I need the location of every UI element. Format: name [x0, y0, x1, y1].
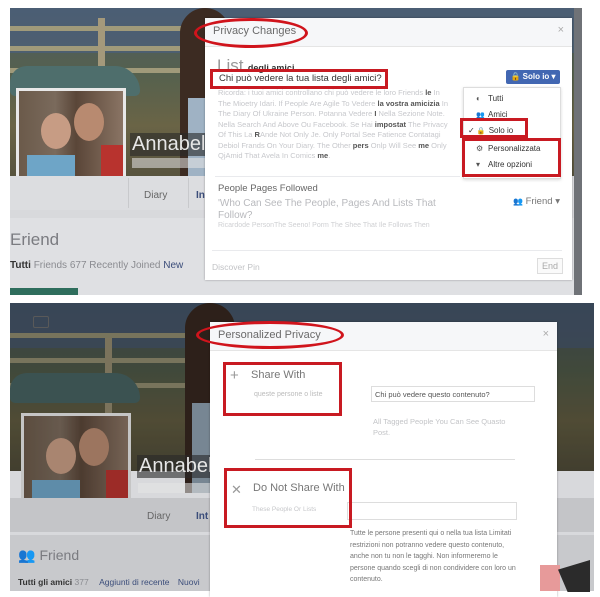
friends-link-all[interactable]: Tutti — [10, 260, 31, 271]
people-pages-title: People Pages Followed — [218, 183, 318, 194]
discover-link[interactable]: Discover Pin — [212, 262, 260, 272]
watermark-logo — [540, 565, 560, 591]
annotation-box-question — [210, 69, 388, 89]
friends-links: Tutti Friends 677 Recently Joined New — [10, 260, 183, 271]
caret-down-icon: ▾ — [555, 196, 560, 207]
camera-icon[interactable] — [33, 316, 49, 328]
privacy-audience-label: Solo io — [522, 72, 550, 81]
audience-label: Friend — [525, 196, 553, 207]
people-pages-question: 'Who Can See The People, Pages And Lists… — [218, 198, 436, 221]
do-not-share-note: Tutte le persone presenti qui o nella tu… — [350, 530, 516, 583]
section-divider — [215, 176, 460, 177]
avatar-face — [74, 103, 104, 141]
friends-title: Eriend — [10, 230, 60, 249]
avatar-face — [79, 428, 109, 466]
friends-link-recent[interactable]: Friends 677 Recently Joined — [34, 260, 161, 271]
share-with-tag-note: All Tagged People You Can See Quasto Pos… — [373, 417, 506, 437]
tab-diary[interactable]: Diary — [144, 190, 167, 201]
globe-icon: ◐ — [476, 94, 481, 103]
close-icon[interactable]: × — [558, 24, 564, 36]
description-run: Onlp Will See — [368, 140, 419, 150]
friends-icon: 👥 — [18, 547, 36, 563]
annotation-box-more-options — [462, 138, 561, 177]
friends-icon: 👥 — [513, 197, 523, 206]
friends-link-recent[interactable]: Aggiunti di recente — [99, 577, 169, 587]
footer-divider — [212, 250, 562, 251]
annotation-box-do-not-share — [224, 468, 352, 528]
friends-link-new[interactable]: New — [163, 260, 183, 271]
do-not-share-input[interactable] — [347, 502, 517, 520]
description-run: . — [328, 151, 331, 160]
close-icon[interactable]: × — [543, 328, 549, 340]
description-run: impostat — [374, 119, 407, 129]
personalized-privacy-dialog: Personalized Privacy × + Share With ques… — [210, 322, 557, 597]
description-run: Friends — [398, 88, 424, 97]
friends-link-new[interactable]: Nuovi — [178, 577, 200, 587]
friends-title: 👥 Friend — [18, 547, 79, 564]
description-run: le — [423, 88, 434, 97]
profile-name-subtitle — [132, 158, 212, 168]
friend-thumbnail[interactable] — [10, 288, 78, 295]
tab-info[interactable]: Int — [196, 511, 208, 522]
people-pages-audience-button[interactable]: 👥 Friend ▾ — [513, 196, 560, 207]
annotation-box-solo-io — [460, 118, 528, 138]
lock-icon: 🔒 — [510, 72, 521, 81]
friends-links: Tutti gli amici 377 Aggiunti di recente … — [18, 577, 200, 587]
friends-list-description: Ricorda: i tuoi amici controllano chi pu… — [218, 88, 453, 162]
description-run: la vostra amicizia — [377, 98, 440, 108]
caret-down-icon: ▾ — [551, 72, 556, 81]
tab-divider — [188, 178, 189, 208]
privacy-audience-button[interactable]: 🔒 Solo io ▾ — [506, 70, 560, 84]
people-pages-note: Ricardode PersonThe Seeno! Porm The Shee… — [218, 222, 430, 229]
avatar-face — [41, 113, 71, 149]
friends-count: 377 — [74, 577, 89, 587]
description-run: Ricorda: i tuoi amici controllano chi pu… — [218, 88, 399, 97]
annotation-ellipse-title — [196, 321, 344, 349]
section-divider — [255, 459, 515, 460]
end-button[interactable]: End — [537, 258, 563, 274]
description-run: pers — [352, 140, 369, 150]
tab-diary[interactable]: Diary — [147, 511, 170, 522]
menu-item-label: Tutti — [488, 94, 504, 103]
profile-name[interactable]: Annabell — [130, 133, 212, 156]
annotation-ellipse-title — [194, 18, 308, 48]
friends-title-label: Friend — [39, 547, 80, 563]
share-with-input[interactable]: Chi può vedere questo contenuto? — [371, 386, 535, 402]
annotation-box-share-with — [223, 362, 342, 416]
car-shape — [10, 373, 140, 403]
avatar-face — [46, 438, 76, 474]
description-run: me — [317, 151, 329, 160]
privacy-changes-dialog: Privacy Changes × List degli amici Chi p… — [205, 18, 572, 280]
tab-divider — [128, 178, 129, 208]
friends-link-all[interactable]: Tutti gli amici — [18, 577, 72, 587]
profile-name-subtitle — [138, 483, 218, 493]
description-run: me — [418, 140, 430, 150]
menu-item-tutti[interactable]: ◐ Tutti — [476, 94, 503, 103]
